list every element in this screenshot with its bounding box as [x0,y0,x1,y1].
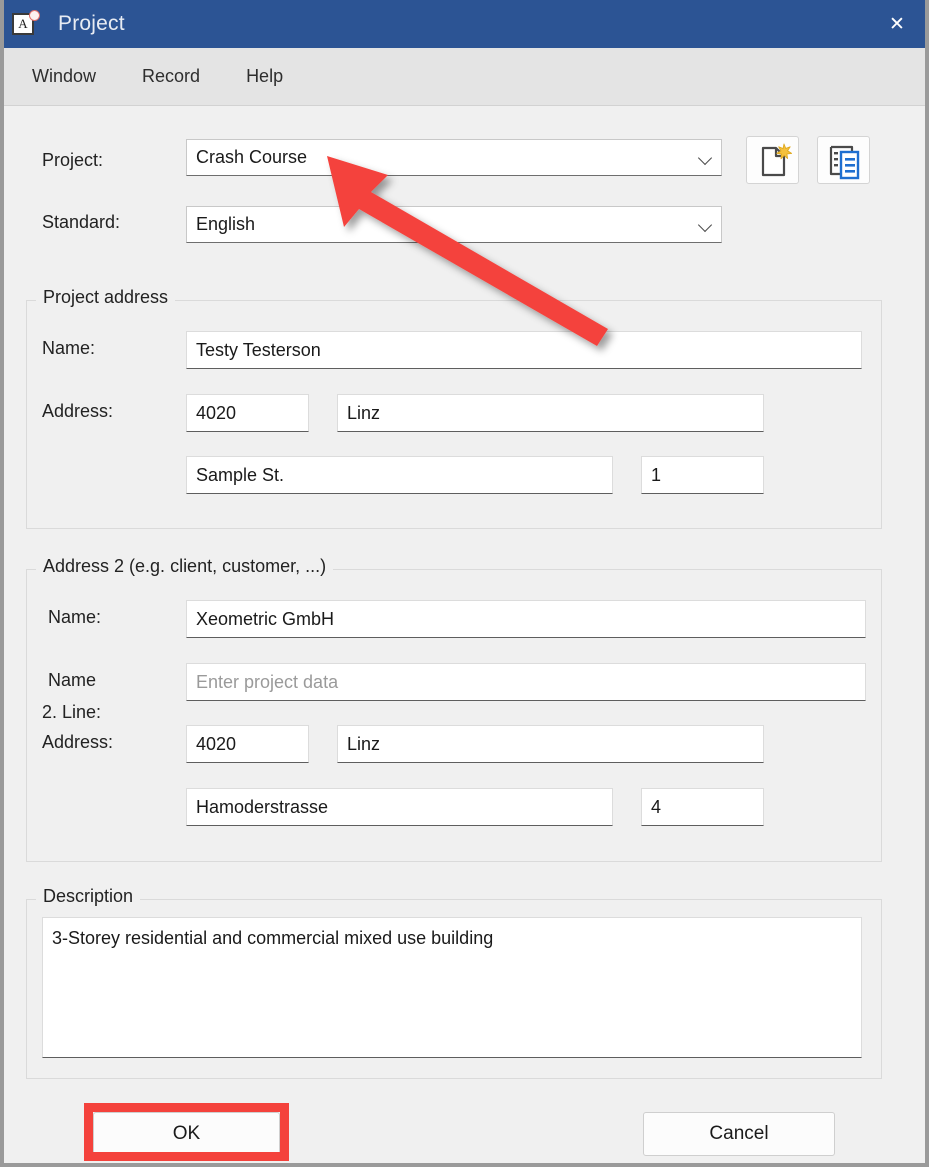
menu-bar: Window Record Help [4,48,925,106]
standard-combobox[interactable]: English [186,206,722,243]
chevron-down-icon [697,149,715,167]
address2-name-input[interactable]: Xeometric GmbH [186,600,866,638]
menu-item-record[interactable]: Record [140,62,202,91]
project-address-city-input[interactable]: Linz [337,394,764,432]
new-document-icon [761,143,793,177]
chevron-down-icon [697,216,715,234]
address2-name-label: Name: [48,607,102,627]
address2-group-title: Address 2 (e.g. client, customer, ...) [36,556,334,577]
project-address-address-label: Address: [42,401,114,421]
project-address-group-title: Project address [36,287,176,308]
address2-name-line2-label-a: Name [48,670,97,690]
address2-name-line2-label-b: 2. Line: [42,702,102,722]
project-address-name-label: Name: [42,338,96,358]
title-bar: A Project ✕ [4,0,925,48]
standard-combobox-value: English [196,214,256,234]
address2-address-label: Address: [42,732,114,752]
document-list-icon [829,145,860,180]
window-title: Project [58,12,125,35]
dialog-content: Project: Crash Course Standard: English … [4,107,925,1163]
copy-project-button[interactable] [817,136,870,184]
project-address-street-input[interactable]: Sample St. [186,456,613,494]
project-address-number-input[interactable]: 1 [641,456,764,494]
project-address-zip-input[interactable]: 4020 [186,394,309,432]
cancel-button[interactable]: Cancel [643,1112,835,1156]
project-label: Project: [42,150,104,170]
project-dialog-window: A Project ✕ Window Record Help Project: … [0,0,929,1167]
app-a-icon: A [12,10,40,37]
close-icon[interactable]: ✕ [869,0,925,48]
menu-item-help[interactable]: Help [244,62,285,91]
standard-label: Standard: [42,212,121,232]
new-project-button[interactable] [746,136,799,184]
menu-item-window[interactable]: Window [30,62,98,91]
project-address-name-input[interactable]: Testy Testerson [186,331,862,369]
description-group-title: Description [36,886,141,907]
project-combobox[interactable]: Crash Course [186,139,722,176]
address2-city-input[interactable]: Linz [337,725,764,763]
address2-name-line2-input[interactable]: Enter project data [186,663,866,701]
address2-street-input[interactable]: Hamoderstrasse [186,788,613,826]
address2-number-input[interactable]: 4 [641,788,764,826]
project-combobox-value: Crash Course [196,147,308,167]
address2-zip-input[interactable]: 4020 [186,725,309,763]
description-textarea[interactable]: 3-Storey residential and commercial mixe… [42,917,862,1058]
ok-button[interactable]: OK [93,1112,280,1156]
